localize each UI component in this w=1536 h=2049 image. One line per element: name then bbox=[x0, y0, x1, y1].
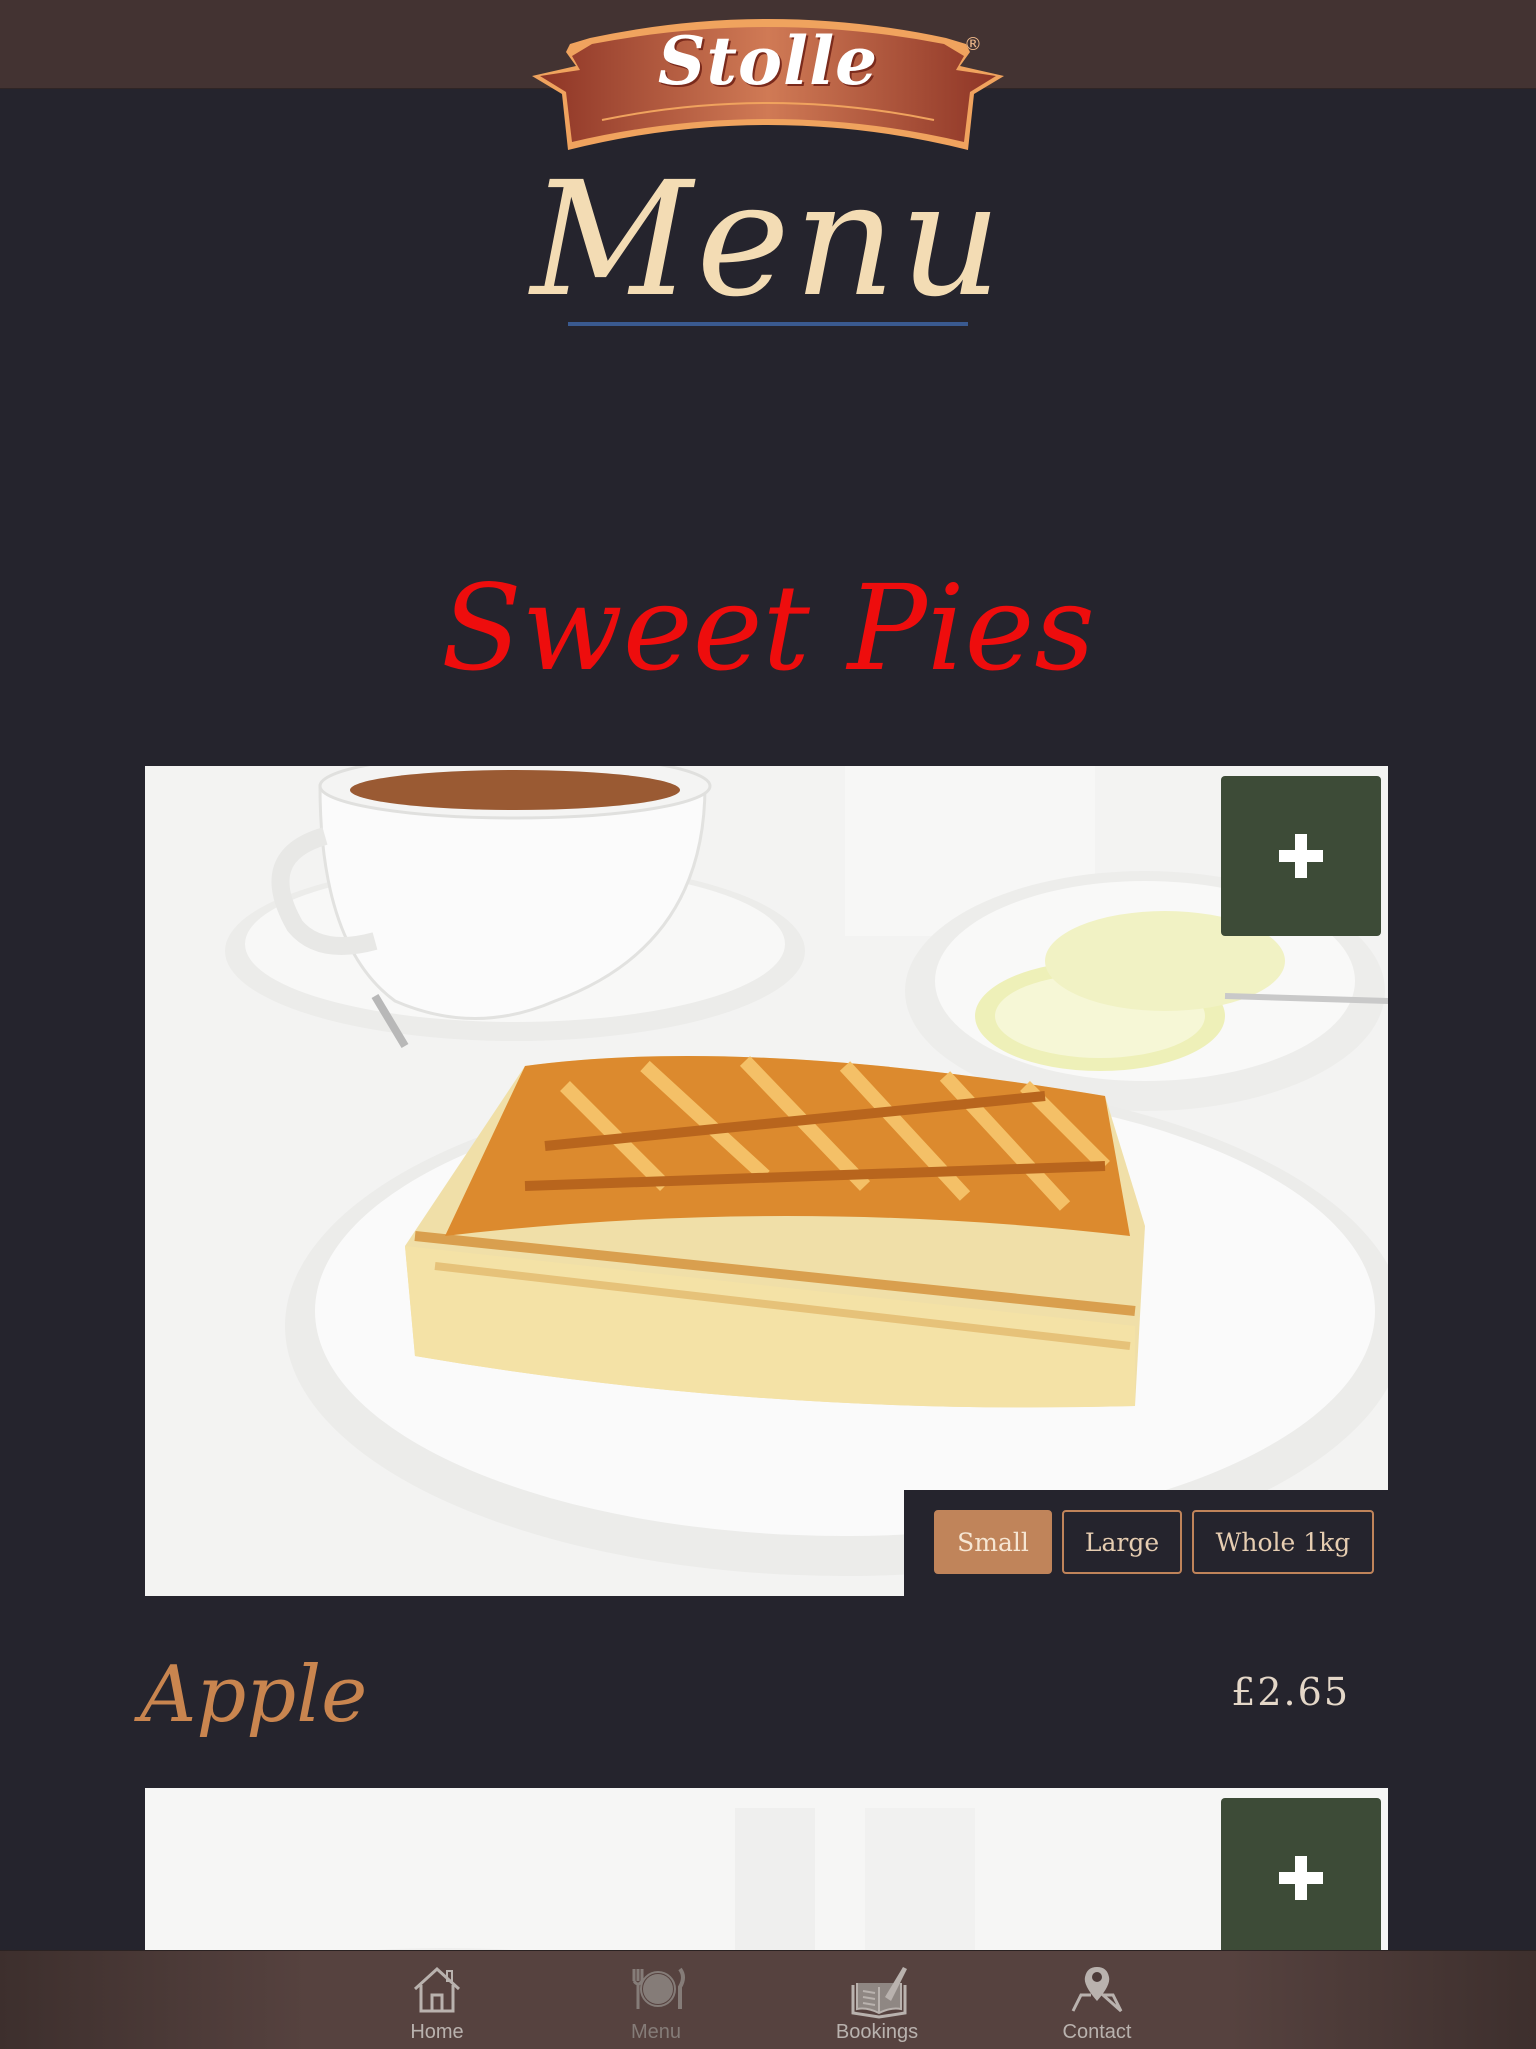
apple-pie-photo bbox=[145, 766, 1388, 1596]
book-pen-icon bbox=[851, 1967, 907, 2019]
tab-contact[interactable]: Contact bbox=[1007, 1951, 1187, 2049]
plus-icon bbox=[1279, 1856, 1323, 1900]
title-underline bbox=[568, 322, 968, 326]
stolle-logo[interactable]: Stolle ® bbox=[530, 8, 1006, 158]
tab-menu-label: Menu bbox=[630, 2021, 682, 2043]
item-price: £2.65 bbox=[1231, 1670, 1350, 1714]
tab-bookings[interactable]: Bookings bbox=[787, 1951, 967, 2049]
size-small-button[interactable]: Small bbox=[934, 1510, 1052, 1574]
home-icon bbox=[413, 1966, 461, 2013]
add-to-order-button[interactable] bbox=[1221, 776, 1381, 936]
add-to-order-button[interactable] bbox=[1221, 1798, 1381, 1958]
size-selector: Small Large Whole 1kg bbox=[904, 1490, 1388, 1596]
plus-icon bbox=[1279, 834, 1323, 878]
page-title: Menu bbox=[530, 148, 1006, 332]
logo-text: Stolle bbox=[657, 22, 879, 100]
plate-cutlery-icon bbox=[632, 1967, 685, 2009]
size-large-button[interactable]: Large bbox=[1062, 1510, 1182, 1574]
tab-home-label: Home bbox=[410, 2021, 464, 2043]
registered-mark: ® bbox=[964, 34, 982, 55]
tab-bookings-label: Bookings bbox=[835, 2021, 919, 2043]
tab-menu[interactable]: Menu bbox=[566, 1951, 746, 2049]
map-pin-icon bbox=[1071, 1967, 1123, 2013]
section-title: Sweet Pies bbox=[441, 559, 1095, 697]
tab-home[interactable]: Home bbox=[347, 1951, 527, 2049]
size-whole-button[interactable]: Whole 1kg bbox=[1192, 1510, 1374, 1574]
item-name: Apple bbox=[140, 1650, 368, 1740]
tab-contact-label: Contact bbox=[1062, 2021, 1132, 2043]
tab-bar: Home Menu Bookings Contact bbox=[0, 1950, 1536, 2049]
menu-item-image[interactable] bbox=[145, 766, 1388, 1596]
